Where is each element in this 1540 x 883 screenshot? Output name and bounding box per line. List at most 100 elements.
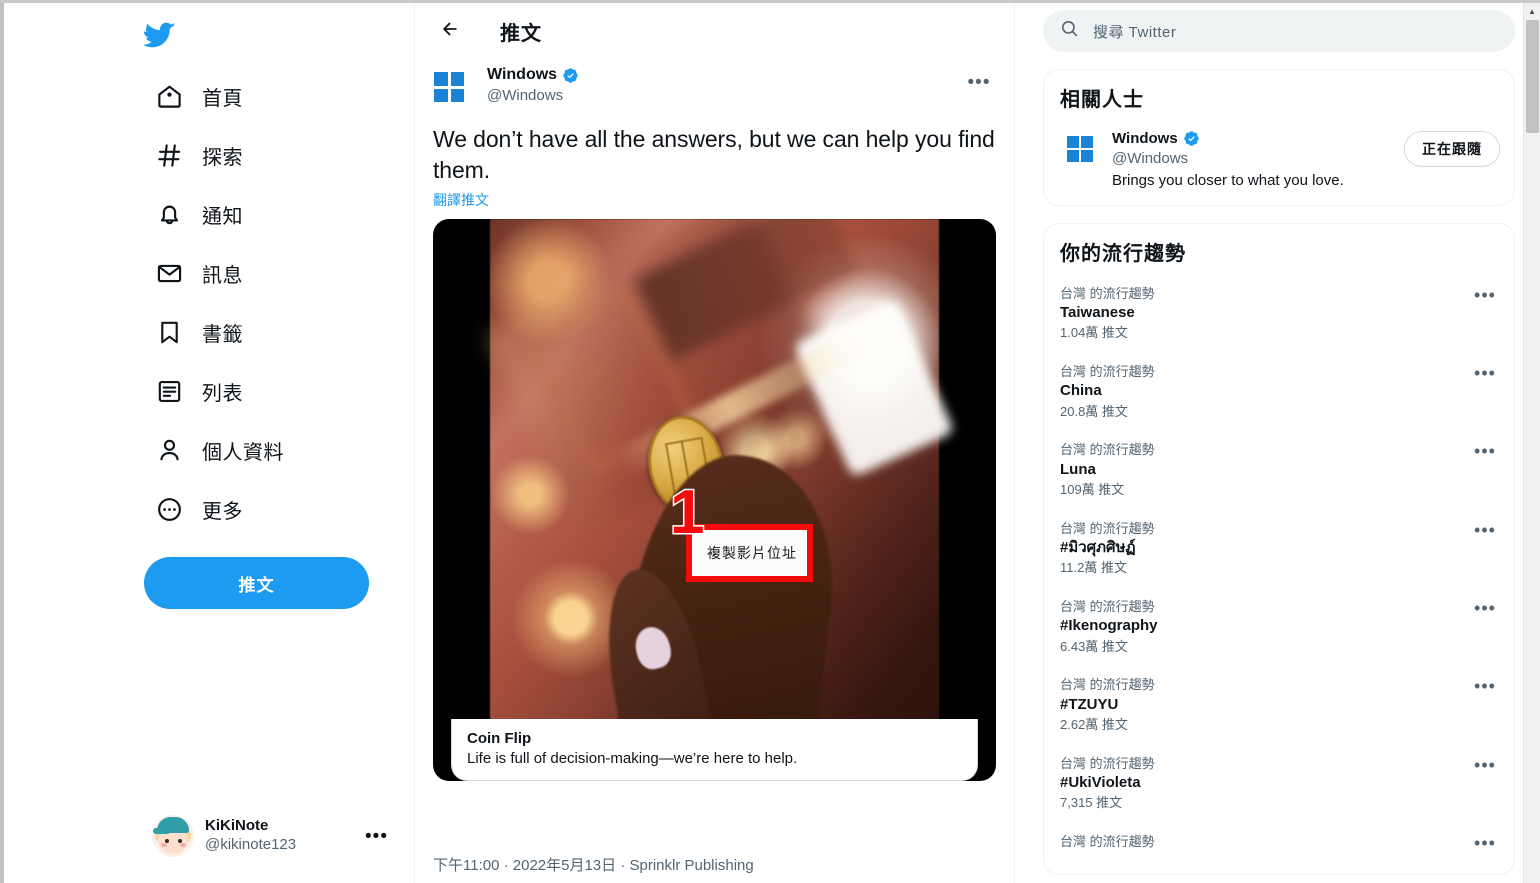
trend-name: #มิวศุภศิษฏ์ <box>1060 539 1136 557</box>
bell-icon <box>154 200 184 230</box>
right-sidebar: 搜尋 Twitter 相關人士 Windows @Windows Brings … <box>1015 3 1540 883</box>
trend-item[interactable]: 台灣 的流行趨勢 #TZUYU 2.62萬 推文 ••• <box>1044 666 1514 744</box>
translate-tweet-link[interactable]: 翻譯推文 <box>415 186 507 210</box>
trend-item[interactable]: 台灣 的流行趨勢 China 20.8萬 推文 ••• <box>1044 353 1514 431</box>
more-horizontal-icon[interactable]: ••• <box>1470 755 1500 785</box>
tweet-author-info: Windows @Windows <box>487 63 962 105</box>
back-button[interactable] <box>433 14 467 48</box>
tweet-more-button[interactable]: ••• <box>962 66 996 100</box>
user-info: Windows @Windows Brings you closer to wh… <box>1112 129 1404 191</box>
search-icon <box>1060 19 1079 43</box>
sidebar-item-label: 列表 <box>202 383 243 405</box>
tweet-author-row: Windows @Windows ••• <box>415 59 1014 111</box>
trend-category: 台灣 的流行趨勢 <box>1060 755 1155 771</box>
search-input[interactable]: 搜尋 Twitter <box>1043 10 1515 52</box>
trend-count: 1.04萬 推文 <box>1060 325 1128 341</box>
more-horizontal-icon[interactable]: ••• <box>1470 441 1500 471</box>
trend-item[interactable]: 台灣 的流行趨勢 ••• <box>1044 823 1514 874</box>
arrow-left-icon <box>440 19 460 44</box>
sidebar-nav-list: 首頁 探索 通知 訊息 書籤 列表 個人資料 更多 <box>144 67 414 539</box>
sidebar-item-label: 首頁 <box>202 88 243 110</box>
trend-name: China <box>1060 382 1102 400</box>
trend-category: 台灣 的流行趨勢 <box>1060 598 1155 614</box>
video-frame <box>481 219 955 782</box>
bookmark-icon <box>154 318 184 348</box>
avatar <box>152 815 194 857</box>
more-horizontal-icon[interactable]: ••• <box>365 827 388 846</box>
card-title: Coin Flip <box>467 730 532 748</box>
card-description: Life is full of decision-making—we’re he… <box>467 750 798 768</box>
compose-tweet-button[interactable]: 推文 <box>144 557 369 609</box>
who-to-follow-panel: 相關人士 Windows @Windows Brings you closer … <box>1043 69 1515 206</box>
windows-logo-icon[interactable] <box>1060 129 1100 169</box>
tweet-video-player[interactable]: 複製影片位址 1 Coin Flip Life is full of decis… <box>433 219 996 782</box>
context-menu-item-label: 複製影片位址 <box>707 545 797 562</box>
list-item[interactable]: Windows @Windows Brings you closer to wh… <box>1044 121 1514 205</box>
page-scrollbar[interactable]: ▲ <box>1523 3 1540 883</box>
more-horizontal-icon[interactable]: ••• <box>1470 363 1500 393</box>
sidebar-item-bookmarks[interactable]: 書籤 <box>144 303 257 362</box>
more-horizontal-icon[interactable]: ••• <box>1470 833 1500 863</box>
twitter-bird-icon[interactable] <box>144 9 196 61</box>
sidebar-item-messages[interactable]: 訊息 <box>144 244 257 303</box>
tweet-timestamp-meta: 下午11:00 · 2022年5月13日 · Sprinklr Publishi… <box>433 857 754 874</box>
user-name-row: Windows <box>1112 129 1404 149</box>
user-bio: Brings you closer to what you love. <box>1112 172 1344 189</box>
tweet-body-text: We don’t have all the answers, but we ca… <box>433 126 995 184</box>
trend-item[interactable]: 台灣 的流行趨勢 #Ikenography 6.43萬 推文 ••• <box>1044 588 1514 666</box>
more-horizontal-icon[interactable]: ••• <box>1470 520 1500 550</box>
trend-name: #TZUYU <box>1060 695 1119 713</box>
windows-logo-icon[interactable] <box>425 63 473 111</box>
more-circle-icon <box>154 495 184 525</box>
sidebar-item-notifications[interactable]: 通知 <box>144 185 257 244</box>
trend-count: 11.2萬 推文 <box>1060 560 1127 576</box>
trend-count: 6.43萬 推文 <box>1060 638 1128 654</box>
more-horizontal-icon[interactable]: ••• <box>1470 598 1500 628</box>
sidebar-item-label: 個人資料 <box>202 442 284 464</box>
trend-item[interactable]: 台灣 的流行趨勢 #UkiVioleta 7,315 推文 ••• <box>1044 745 1514 823</box>
trend-item[interactable]: 台灣 的流行趨勢 Taiwanese 1.04萬 推文 ••• <box>1044 275 1514 353</box>
trend-category: 台灣 的流行趨勢 <box>1060 285 1155 301</box>
trend-count: 2.62萬 推文 <box>1060 717 1128 733</box>
media-summary-card[interactable]: Coin Flip Life is full of decision-makin… <box>451 719 978 782</box>
sidebar-item-home[interactable]: 首頁 <box>144 67 257 126</box>
author-name-row[interactable]: Windows <box>487 65 962 86</box>
trend-item[interactable]: 台灣 的流行趨勢 #มิวศุภศิษฏ์ 11.2萬 推文 ••• <box>1044 510 1514 588</box>
follow-button[interactable]: 正在跟隨 <box>1404 131 1500 167</box>
trends-panel: 你的流行趨勢 台灣 的流行趨勢 Taiwanese 1.04萬 推文 ••• 台… <box>1043 222 1515 875</box>
primary-sidebar: 首頁 探索 通知 訊息 書籤 列表 個人資料 更多 推文 KiKiNote @k… <box>4 3 414 883</box>
trend-count: 20.8萬 推文 <box>1060 403 1128 419</box>
context-menu-copy-video-address[interactable]: 複製影片位址 <box>686 524 813 583</box>
trend-name: #Ikenography <box>1060 617 1158 635</box>
trend-category: 台灣 的流行趨勢 <box>1060 363 1155 379</box>
panel-title: 你的流行趨勢 <box>1060 242 1186 265</box>
panel-title: 相關人士 <box>1060 89 1144 111</box>
sidebar-item-label: 訊息 <box>202 265 243 287</box>
account-text: KiKiNote @kikinote123 <box>205 817 354 855</box>
trend-category: 台灣 的流行趨勢 <box>1060 833 1155 849</box>
sidebar-item-lists[interactable]: 列表 <box>144 362 257 421</box>
annotation-step-number: 1 <box>668 478 706 548</box>
tweet-detail-column: 推文 Windows @Windows ••• We don’t have al… <box>414 3 1015 883</box>
chevron-up-icon[interactable]: ▲ <box>1524 3 1540 20</box>
sidebar-item-profile[interactable]: 個人資料 <box>144 421 298 480</box>
more-horizontal-icon[interactable]: ••• <box>1470 676 1500 706</box>
trend-category: 台灣 的流行趨勢 <box>1060 442 1155 458</box>
trend-name: Luna <box>1060 460 1096 478</box>
scrollbar-thumb[interactable] <box>1526 20 1539 133</box>
trend-category: 台灣 的流行趨勢 <box>1060 520 1155 536</box>
trend-count: 109萬 推文 <box>1060 481 1125 497</box>
sidebar-item-label: 更多 <box>202 501 243 523</box>
trend-category: 台灣 的流行趨勢 <box>1060 677 1155 693</box>
sidebar-item-explore[interactable]: 探索 <box>144 126 257 185</box>
author-handle: @Windows <box>487 86 564 104</box>
sidebar-item-more[interactable]: 更多 <box>144 480 257 539</box>
more-horizontal-icon[interactable]: ••• <box>1470 285 1500 315</box>
account-switcher[interactable]: KiKiNote @kikinote123 ••• <box>144 807 396 865</box>
trend-item[interactable]: 台灣 的流行趨勢 Luna 109萬 推文 ••• <box>1044 431 1514 509</box>
column-header: 推文 <box>415 3 1014 59</box>
account-handle: @kikinote123 <box>205 836 297 853</box>
home-icon <box>154 82 184 112</box>
user-name: Windows <box>1112 130 1178 147</box>
twitter-page: 首頁 探索 通知 訊息 書籤 列表 個人資料 更多 推文 KiKiNote @k… <box>0 0 1540 883</box>
